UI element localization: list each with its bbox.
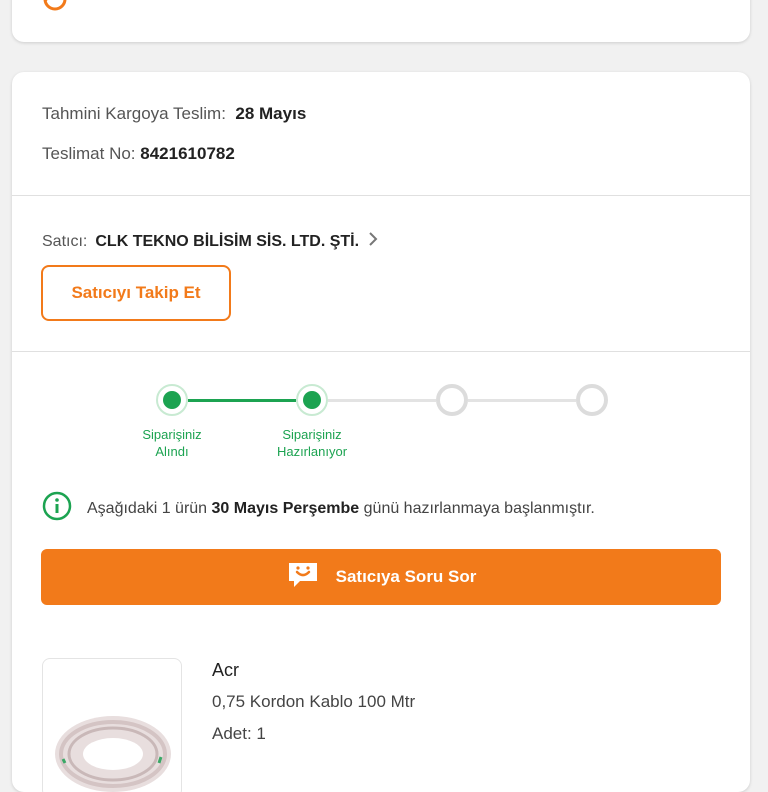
tracker-line-pending [468,399,576,402]
tracker-step-delivered-dot [576,384,608,416]
preparation-note-text: Aşağıdaki 1 ürün 30 Mayıs Perşembe günü … [87,499,595,517]
follow-seller-button[interactable]: Satıcıyı Takip Et [41,265,231,321]
seller-section: Satıcı: CLK TEKNO BİLİSİM SİS. LTD. ŞTİ.… [12,196,750,352]
tracker-step-shipped-dot [436,384,468,416]
estimated-delivery: Tahmini Kargoya Teslim: 28 Mayıs [42,104,306,124]
ask-seller-button[interactable]: Satıcıya Soru Sor [41,549,721,605]
tracker-step-label: Siparişiniz Alındı [142,427,202,459]
order-status-section: Siparişiniz Alındı Siparişiniz Hazırlanıyo… [12,352,750,792]
ask-seller-label: Satıcıya Soru Sor [335,567,477,586]
chevron-right-icon [367,231,379,252]
address-update-card[interactable] [12,0,750,42]
product-image[interactable] [42,658,182,792]
product-item[interactable]: Acr 0,75 Kordon Kablo 100 Mtr Adet: 1 [42,658,722,792]
delivery-number-value: 8421610782 [140,144,235,163]
product-name: 0,75 Kordon Kablo 100 Mtr [212,692,416,711]
address-update-row[interactable] [40,0,84,19]
refresh-icon [40,0,70,19]
delivery-number: Teslimat No: 8421610782 [42,144,235,164]
delivery-number-label: Teslimat No: [42,144,136,163]
estimated-delivery-value: 28 Mayıs [235,104,307,123]
seller-label: Satıcı: [42,232,88,250]
tracker-step-preparing-dot [296,384,328,416]
tracker-step-label: Siparişiniz Hazırlanıyor [276,427,348,459]
order-card: Tahmini Kargoya Teslim: 28 Mayıs Teslima… [12,72,750,792]
info-icon [41,490,73,527]
tracker-line-done [188,399,296,402]
preparation-note: Aşağıdaki 1 ürün 30 Mayıs Perşembe günü … [41,490,595,527]
tracker-step-received-dot [156,384,188,416]
tracker-line-pending [328,399,436,402]
seller-link[interactable]: Satıcı: CLK TEKNO BİLİSİM SİS. LTD. ŞTİ. [42,231,379,252]
product-quantity: Adet: 1 [212,724,266,743]
estimated-delivery-label: Tahmini Kargoya Teslim: [42,104,226,123]
order-tracker: Siparişiniz Alındı Siparişiniz Hazırlanıyo… [12,352,750,482]
delivery-info-section: Tahmini Kargoya Teslim: 28 Mayıs Teslima… [12,72,750,196]
chat-smile-icon [286,560,320,595]
seller-name: CLK TEKNO BİLİSİM SİS. LTD. ŞTİ. [95,232,360,250]
product-brand: Acr [212,660,239,680]
